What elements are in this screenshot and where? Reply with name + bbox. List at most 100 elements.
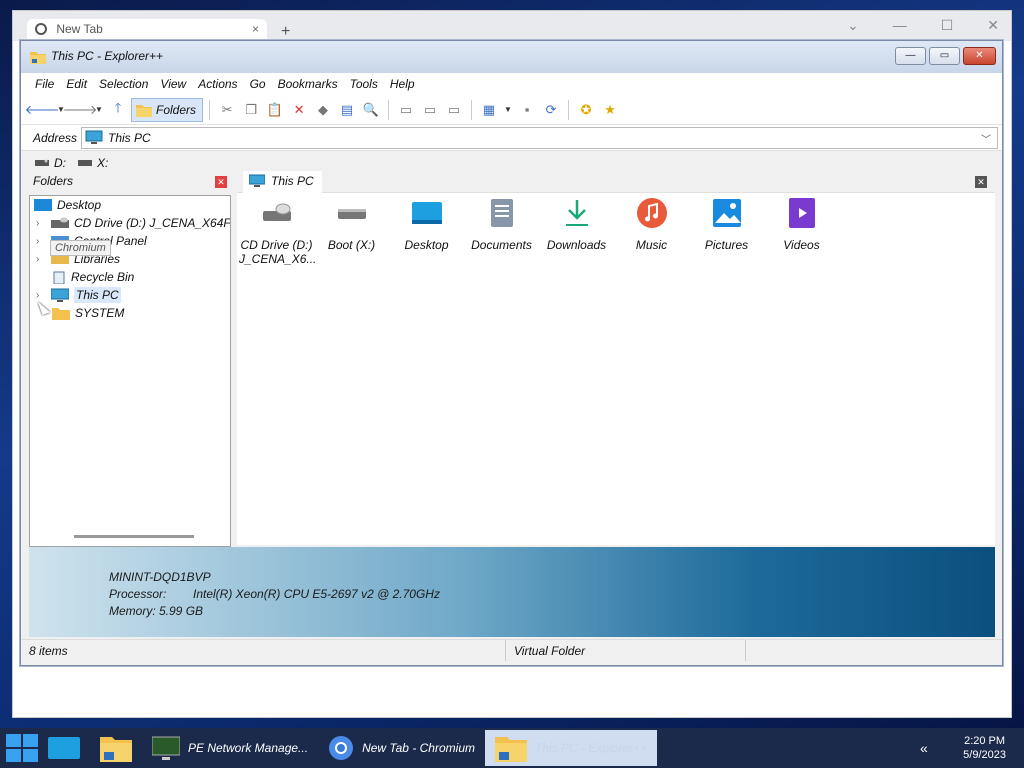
list-item[interactable]: Pictures	[689, 197, 764, 266]
menu-tools[interactable]: Tools	[344, 73, 384, 95]
views-dropdown-icon[interactable]: ▼	[502, 99, 514, 121]
command-prompt-icon[interactable]: ▪	[516, 99, 538, 121]
tree-item-label: CD Drive (D:) J_CENA_X64FRE	[74, 216, 231, 230]
desktop-icon	[411, 202, 442, 224]
cd-drive-icon	[262, 203, 291, 221]
tab-label: This PC	[271, 174, 314, 188]
taskbar-file-explorer[interactable]	[90, 730, 142, 766]
computer-icon	[85, 130, 103, 144]
taskbar-app-label: New Tab - Chromium	[362, 741, 475, 755]
tab-strip: This PC ✕	[237, 171, 995, 193]
list-item[interactable]: Music	[614, 197, 689, 266]
status-bar: 8 items Virtual Folder	[21, 639, 1002, 661]
cut-icon[interactable]: ✂	[216, 99, 238, 121]
forward-dropdown-icon[interactable]: ▼	[93, 99, 105, 121]
new-folder-icon[interactable]: ▭	[395, 99, 417, 121]
taskbar-explorer-plus[interactable]: This PC - Explorer++	[484, 730, 658, 766]
drive-button-x[interactable]: X:	[78, 156, 108, 170]
minimize-icon[interactable]: —	[893, 17, 907, 34]
address-input[interactable]: This PC ﹀	[81, 126, 998, 149]
bookmarks-icon[interactable]: ★	[599, 99, 621, 121]
toolbar-separator	[568, 99, 570, 120]
chevron-right-icon[interactable]: ›	[36, 254, 46, 265]
list-item[interactable]: Videos	[764, 197, 839, 266]
pane-area: Folders ✕ Desktop › CD Drive (D:) J_CENA…	[29, 171, 995, 547]
drive-label-x: X:	[97, 156, 109, 170]
views-icon[interactable]: ▦	[478, 99, 500, 121]
drive-icon	[337, 209, 366, 219]
memory-info: Memory: 5.99 GB	[109, 604, 204, 618]
documents-icon	[490, 199, 513, 227]
show-hidden-icons-icon[interactable]: «	[920, 740, 928, 756]
menu-bookmarks[interactable]: Bookmarks	[272, 73, 344, 95]
tree-item-desktop[interactable]: Desktop	[34, 196, 101, 214]
close-tab-icon[interactable]: ✕	[975, 176, 987, 188]
processor-label: Processor:	[109, 587, 167, 601]
taskbar-desktop[interactable]	[38, 730, 90, 766]
maximize-icon[interactable]: ☐	[941, 17, 954, 34]
copy-icon[interactable]: ❐	[240, 99, 262, 121]
list-item[interactable]: Downloads	[539, 197, 614, 266]
folder-icon	[100, 737, 132, 762]
tree-item-recycle-bin[interactable]: Recycle Bin	[52, 268, 134, 286]
move-to-icon[interactable]: ▭	[443, 99, 465, 121]
close-icon[interactable]: ✕	[987, 17, 999, 34]
taskbar-chromium[interactable]: New Tab - Chromium	[318, 730, 485, 766]
folder-tree[interactable]: Desktop › CD Drive (D:) J_CENA_X64FRE › …	[29, 195, 231, 547]
tab-this-pc[interactable]: This PC	[243, 171, 322, 193]
list-item[interactable]: CD Drive (D:) J_CENA_X6...	[239, 197, 316, 266]
minimize-button[interactable]: —	[895, 47, 926, 65]
computer-icon	[51, 288, 69, 302]
status-item-count: 8 items	[21, 640, 506, 661]
refresh-icon[interactable]: ⟳	[540, 99, 562, 121]
new-tab-button[interactable]: +	[281, 23, 290, 41]
title-bar[interactable]: This PC - Explorer++ — ▭ ✕	[21, 41, 1002, 73]
copy-to-icon[interactable]: ▭	[419, 99, 441, 121]
tree-item-label: Desktop	[57, 198, 102, 212]
paste-icon[interactable]: 📋	[264, 99, 286, 121]
menu-actions[interactable]: Actions	[192, 73, 243, 95]
close-button[interactable]: ✕	[963, 47, 996, 65]
start-button[interactable]	[2, 730, 38, 766]
chevron-right-icon[interactable]: ›	[36, 236, 46, 247]
tree-item-system[interactable]: SYSTEM	[52, 304, 124, 322]
menu-go[interactable]: Go	[244, 73, 272, 95]
toolbar-separator	[388, 99, 390, 120]
chevron-down-icon[interactable]: ﹀	[981, 131, 991, 146]
forward-icon[interactable]: 🡒	[63, 99, 98, 121]
folders-icon	[136, 104, 152, 117]
tree-item-this-pc[interactable]: › This PC	[36, 286, 121, 304]
horizontal-scrollbar[interactable]	[74, 535, 194, 538]
desktop-icon	[48, 737, 80, 759]
display-window: MININT-DQD1BVP Processor: Intel(R) Xeon(R…	[29, 547, 995, 637]
tree-item-cd-drive[interactable]: › CD Drive (D:) J_CENA_X64FRE	[36, 214, 231, 232]
close-icon[interactable]: ×	[252, 22, 259, 36]
back-icon[interactable]: 🡐	[25, 99, 60, 121]
taskbar-pe-network-manager[interactable]: PE Network Manage...	[142, 730, 318, 766]
maximize-button[interactable]: ▭	[929, 47, 960, 65]
menu-selection[interactable]: Selection	[93, 73, 154, 95]
music-icon	[636, 198, 667, 228]
list-item[interactable]: Boot (X:)	[314, 197, 389, 266]
chevron-down-icon[interactable]: ⌄	[847, 17, 859, 34]
up-icon[interactable]: 🡑	[107, 99, 129, 121]
properties-icon[interactable]: ▤	[336, 99, 358, 121]
drive-label-d: D:	[54, 156, 66, 170]
folders-button[interactable]: Folders	[131, 97, 204, 122]
add-bookmark-icon[interactable]: ✪	[575, 99, 597, 121]
delete-permanently-icon[interactable]: ◆	[312, 99, 334, 121]
chromium-tab[interactable]: New Tab ×	[27, 19, 267, 41]
search-folder-icon[interactable]: 🔍	[360, 99, 382, 121]
menu-edit[interactable]: Edit	[60, 73, 93, 95]
list-item[interactable]: Documents	[464, 197, 539, 266]
chevron-right-icon[interactable]: ›	[36, 218, 46, 229]
close-icon[interactable]: ✕	[215, 176, 227, 188]
list-item[interactable]: Desktop	[389, 197, 464, 266]
menu-help[interactable]: Help	[384, 73, 421, 95]
drive-button-d[interactable]: D:	[35, 156, 66, 170]
menu-file[interactable]: File	[29, 73, 60, 95]
delete-icon[interactable]: ✕	[288, 99, 310, 121]
menu-view[interactable]: View	[154, 73, 192, 95]
pictures-icon	[712, 199, 741, 227]
clock[interactable]: 2:20 PM 5/9/2023	[963, 734, 1006, 762]
